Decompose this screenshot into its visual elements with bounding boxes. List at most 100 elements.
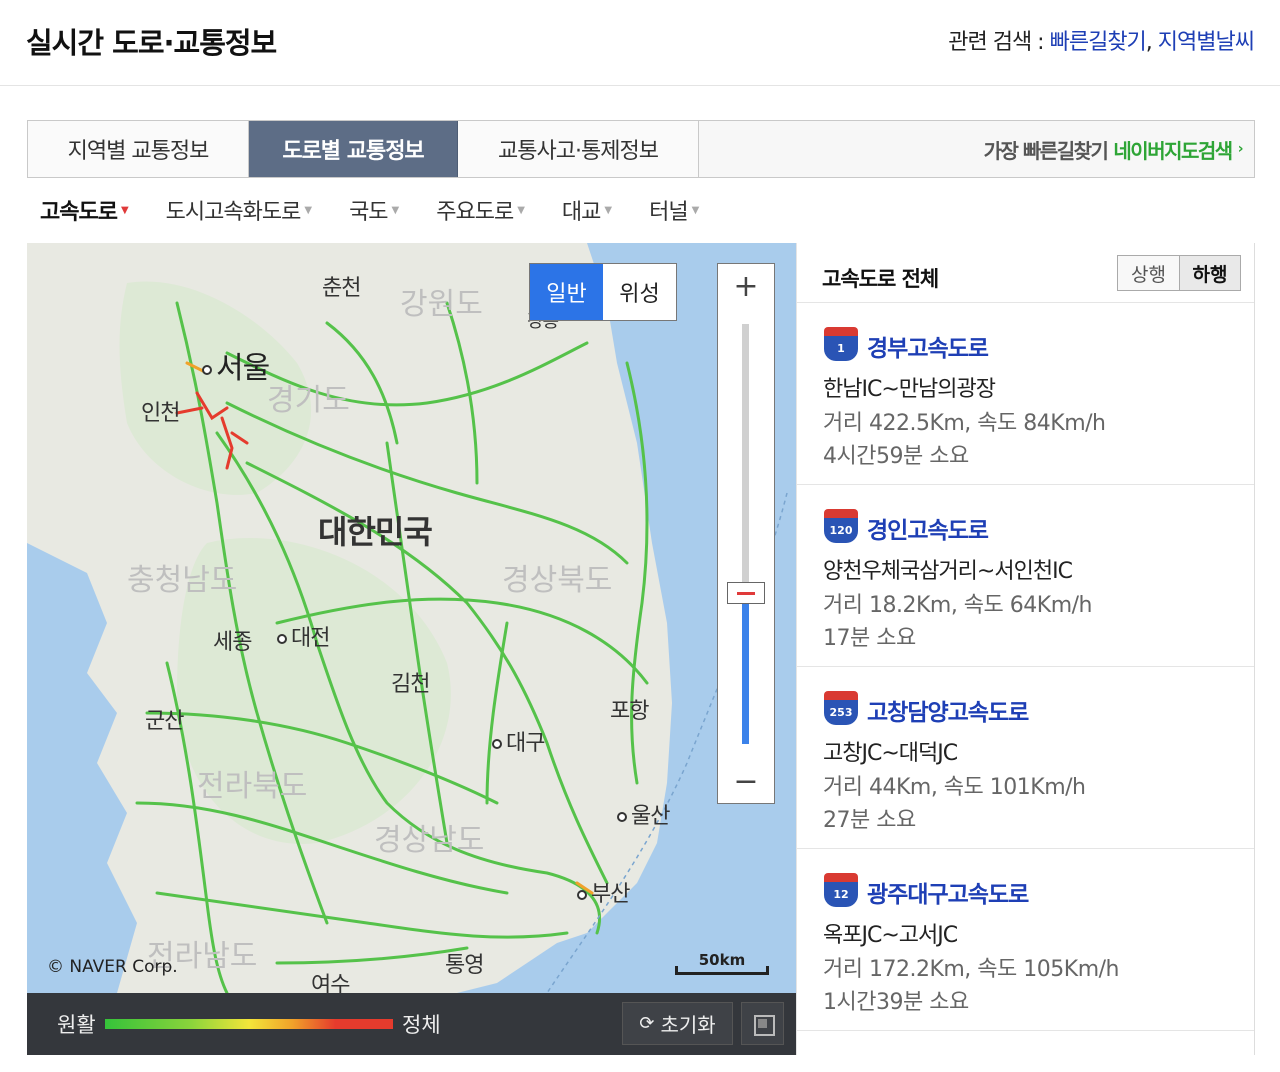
tab-road-traffic[interactable]: 도로별 교통정보 — [249, 121, 458, 177]
map-label-gyeongnam: 경상남도 — [374, 823, 485, 858]
map-label-sejong: 세종 — [213, 630, 252, 655]
seoul-text: 서울 — [216, 351, 270, 386]
direction-down-button[interactable]: 하행 — [1179, 256, 1240, 290]
filter-tunnel[interactable]: 터널 ▼ — [649, 194, 700, 226]
direction-up-button[interactable]: 상행 — [1118, 256, 1179, 290]
map-type-normal-button[interactable]: 일반 — [530, 264, 603, 320]
page-header: 실시간 도로·교통정보 관련 검색 : 빠른길찾기, 지역별날씨 — [0, 0, 1280, 86]
promo-link: 네이버지도검색 — [1113, 138, 1233, 163]
shield-number: 120 — [824, 518, 858, 543]
road-travel-time: 4시간59분 소요 — [823, 444, 969, 469]
road-name-link[interactable]: 경인고속도로 — [867, 511, 989, 545]
zoom-slider-fill — [742, 593, 749, 744]
road-name-link[interactable]: 경부고속도로 — [867, 329, 989, 363]
road-travel-time: 1시간39분 소요 — [823, 990, 969, 1015]
filter-urban-expressway[interactable]: 도시고속화도로 ▼ — [165, 194, 312, 226]
road-section: 옥포JC~고서JC — [823, 923, 958, 948]
map-label-pohang: 포항 — [610, 699, 649, 724]
road-section: 양천우체국삼거리~서인천IC — [823, 559, 1073, 584]
map-label-gyeongbuk: 경상북도 — [502, 563, 613, 598]
filter-national-road[interactable]: 국도 ▼ — [349, 194, 399, 226]
refresh-icon: ⟳ — [639, 1013, 655, 1034]
map-label-busan: 부산 — [577, 876, 630, 908]
zoom-slider-track[interactable] — [742, 324, 749, 744]
shield-number: 1 — [824, 336, 858, 361]
filter-label: 대교 — [561, 200, 601, 225]
city-dot-icon — [617, 812, 627, 822]
filter-label: 주요도로 — [436, 200, 514, 225]
promo-prefix: 가장 빠른길찾기 — [983, 138, 1109, 163]
filter-label: 터널 — [649, 200, 688, 225]
page-title: 실시간 도로·교통정보 — [26, 26, 277, 60]
road-item[interactable]: 120 경인고속도로 양천우체국삼거리~서인천IC 거리 18.2Km, 속도 … — [797, 485, 1254, 667]
road-item[interactable]: 253 고창담양고속도로 고창JC~대덕JC 거리 44Km, 속도 101Km… — [797, 667, 1254, 849]
map-copyright: © NAVER Corp. — [47, 957, 178, 977]
caret-down-icon: ▼ — [304, 204, 312, 216]
zoom-slider-handle[interactable] — [727, 582, 765, 604]
fullscreen-button[interactable] — [741, 1002, 784, 1045]
traffic-map[interactable]: 춘천 강원도 강릉 서울 경기도 인천 대한민국 충청남도 경상북도 세종 대전… — [27, 243, 796, 993]
map-label-korea: 대한민국 — [318, 513, 433, 551]
filter-label: 고속도로 — [40, 200, 118, 225]
road-section: 고창JC~대덕JC — [823, 741, 958, 766]
zoom-out-button[interactable]: − — [718, 759, 774, 803]
road-distance-speed: 거리 172.2Km, 속도 105Km/h — [823, 957, 1119, 982]
map-label-gunsan: 군산 — [145, 709, 184, 734]
road-section: 한남IC~만남의광장 — [823, 377, 996, 402]
road-item[interactable]: 1 경부고속도로 한남IC~만남의광장 거리 422.5Km, 속도 84Km/… — [797, 303, 1254, 485]
filter-expressway[interactable]: 고속도로 ▼ — [40, 194, 129, 226]
map-type-toggle: 일반 위성 — [529, 263, 677, 321]
road-name-link[interactable]: 광주대구고속도로 — [867, 875, 1029, 909]
map-label-gyeonggi: 경기도 — [267, 383, 350, 418]
city-dot-icon — [277, 634, 287, 644]
reset-button[interactable]: ⟳ 초기화 — [622, 1002, 733, 1045]
traffic-tabs: 지역별 교통정보 도로별 교통정보 교통사고·통제정보 가장 빠른길찾기 네이버… — [27, 120, 1255, 178]
naver-map-search-link[interactable]: 가장 빠른길찾기 네이버지도검색 › — [699, 121, 1254, 177]
map-footer: 원활 정체 ⟳ 초기화 — [27, 993, 796, 1055]
daejeon-text: 대전 — [291, 626, 330, 651]
traffic-legend-gradient — [105, 1019, 393, 1029]
road-item[interactable]: 12 광주대구고속도로 옥포JC~고서JC 거리 172.2Km, 속도 105… — [797, 849, 1254, 1031]
map-type-satellite-button[interactable]: 위성 — [603, 264, 676, 320]
caret-down-icon: ▼ — [120, 204, 129, 216]
map-label-seoul: 서울 — [202, 343, 270, 387]
related-link-route[interactable]: 빠른길찾기 — [1050, 30, 1147, 55]
map-label-daegu: 대구 — [492, 725, 545, 757]
panel-title: 고속도로 전체 — [822, 267, 939, 291]
map-label-jeonbuk: 전라북도 — [197, 769, 308, 804]
reset-label: 초기화 — [660, 1013, 716, 1037]
filter-bridge[interactable]: 대교 ▼ — [561, 194, 612, 226]
highway-shield-icon: 120 — [824, 509, 858, 543]
shield-number: 12 — [824, 882, 858, 907]
city-dot-icon — [202, 364, 212, 375]
road-distance-speed: 거리 18.2Km, 속도 64Km/h — [823, 593, 1092, 618]
daegu-text: 대구 — [506, 731, 545, 756]
city-dot-icon — [577, 890, 587, 900]
highway-shield-icon: 12 — [824, 873, 858, 907]
related-search-label: 관련 검색 : — [948, 30, 1044, 55]
zoom-in-button[interactable]: + — [718, 264, 774, 308]
road-name-link[interactable]: 고창담양고속도로 — [867, 693, 1029, 727]
caret-down-icon: ▼ — [517, 204, 525, 216]
road-distance-speed: 거리 44Km, 속도 101Km/h — [823, 775, 1086, 800]
shield-number: 253 — [824, 700, 858, 725]
road-type-filter: 고속도로 ▼ 도시고속화도로 ▼ 국도 ▼ 주요도로 ▼ 대교 ▼ 터널 ▼ — [40, 193, 736, 227]
direction-toggle: 상행 하행 — [1117, 255, 1241, 291]
scale-line — [675, 966, 769, 975]
map-label-yeosu: 여수 — [311, 973, 350, 993]
caret-down-icon: ▼ — [691, 204, 700, 216]
map-scale-bar: 50km — [675, 951, 769, 975]
legend-smooth-label: 원활 — [57, 1013, 96, 1037]
panel-header: 고속도로 전체 상행 하행 — [797, 243, 1254, 303]
filter-label: 도시고속화도로 — [165, 200, 302, 225]
related-separator: , — [1145, 30, 1153, 55]
map-base-layer — [27, 243, 788, 993]
filter-main-road[interactable]: 주요도로 ▼ — [436, 194, 525, 226]
highway-shield-icon: 1 — [824, 327, 858, 361]
chevron-right-icon: › — [1237, 141, 1244, 157]
tab-accident-control[interactable]: 교통사고·통제정보 — [458, 121, 699, 177]
tab-region-traffic[interactable]: 지역별 교통정보 — [28, 121, 249, 177]
related-link-weather[interactable]: 지역별날씨 — [1158, 30, 1255, 55]
ulsan-text: 울산 — [631, 804, 670, 829]
map-label-incheon: 인천 — [141, 401, 180, 426]
